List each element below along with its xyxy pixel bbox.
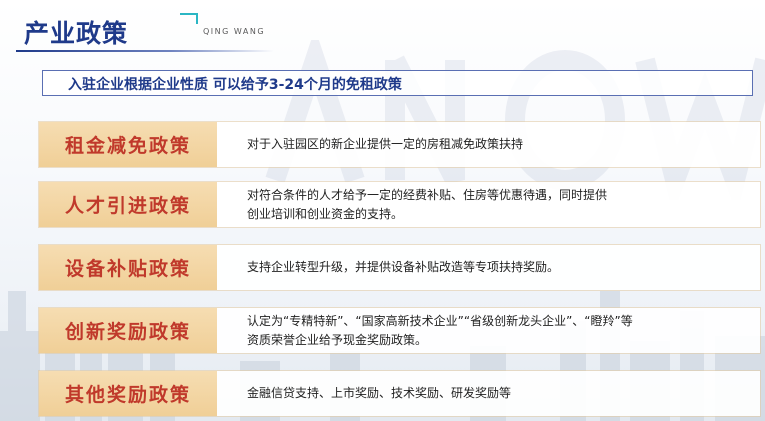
policy-description-line: 对符合条件的人才给予一定的经费补贴、住房等优惠待遇，同时提供 [247,187,608,202]
policy-row: 创新奖励政策 认定为“专精特新”、“国家高新技术企业”“省级创新龙头企业”、“瞪… [39,308,760,353]
policy-description-line: 资质荣誉企业给予现金奖励政策。 [247,332,428,347]
page-title: 产业政策 [24,19,129,48]
policy-row: 其他奖励政策 金融信贷支持、上市奖励、技术奖励、研发奖励等 [39,371,760,416]
policy-row: 租金减免政策 对于入驻园区的新企业提供一定的房租减免政策扶持 [39,122,760,167]
policy-description-line: 对于入驻园区的新企业提供一定的房租减免政策扶持 [247,137,524,151]
title-underline [16,50,274,52]
policy-row: 设备补贴政策 支持企业转型升级，并提供设备补贴改造等专项扶持奖励。 [39,245,760,290]
policy-description: 对符合条件的人才给予一定的经费补贴、住房等优惠待遇，同时提供 创业培训和创业资金… [247,182,740,227]
policy-description-line: 支持企业转型升级，并提供设备补贴改造等专项扶持奖励。 [247,260,560,274]
policy-label: 租金减免政策 [39,122,217,167]
intro-banner: 入驻企业根据企业性质 可以给予3-24个月的免租政策 [42,70,753,96]
policy-label: 创新奖励政策 [39,308,217,353]
policy-description: 认定为“专精特新”、“国家高新技术企业”“省级创新龙头企业”、“瞪羚”等 资质荣… [247,308,740,353]
policy-label: 人才引进政策 [39,182,217,227]
header-subtitle: QING WANG [203,27,266,36]
policy-description: 金融信贷支持、上市奖励、技术奖励、研发奖励等 [247,371,740,416]
policy-description-line: 认定为“专精特新”、“国家高新技术企业”“省级创新龙头企业”、“瞪羚”等 [247,313,633,328]
policy-row: 人才引进政策 对符合条件的人才给予一定的经费补贴、住房等优惠待遇，同时提供 创业… [39,182,760,227]
policy-description: 对于入驻园区的新企业提供一定的房租减免政策扶持 [247,122,740,167]
corner-bracket-icon [180,13,198,24]
background-watermark [265,40,765,200]
policy-description: 支持企业转型升级，并提供设备补贴改造等专项扶持奖励。 [247,245,740,290]
intro-text: 入驻企业根据企业性质 可以给予3-24个月的免租政策 [68,77,402,93]
policy-description-line: 金融信贷支持、上市奖励、技术奖励、研发奖励等 [247,386,512,400]
policy-label: 设备补贴政策 [39,245,217,290]
policy-description-line: 创业培训和创业资金的支持。 [247,206,404,221]
policy-label: 其他奖励政策 [39,371,217,416]
